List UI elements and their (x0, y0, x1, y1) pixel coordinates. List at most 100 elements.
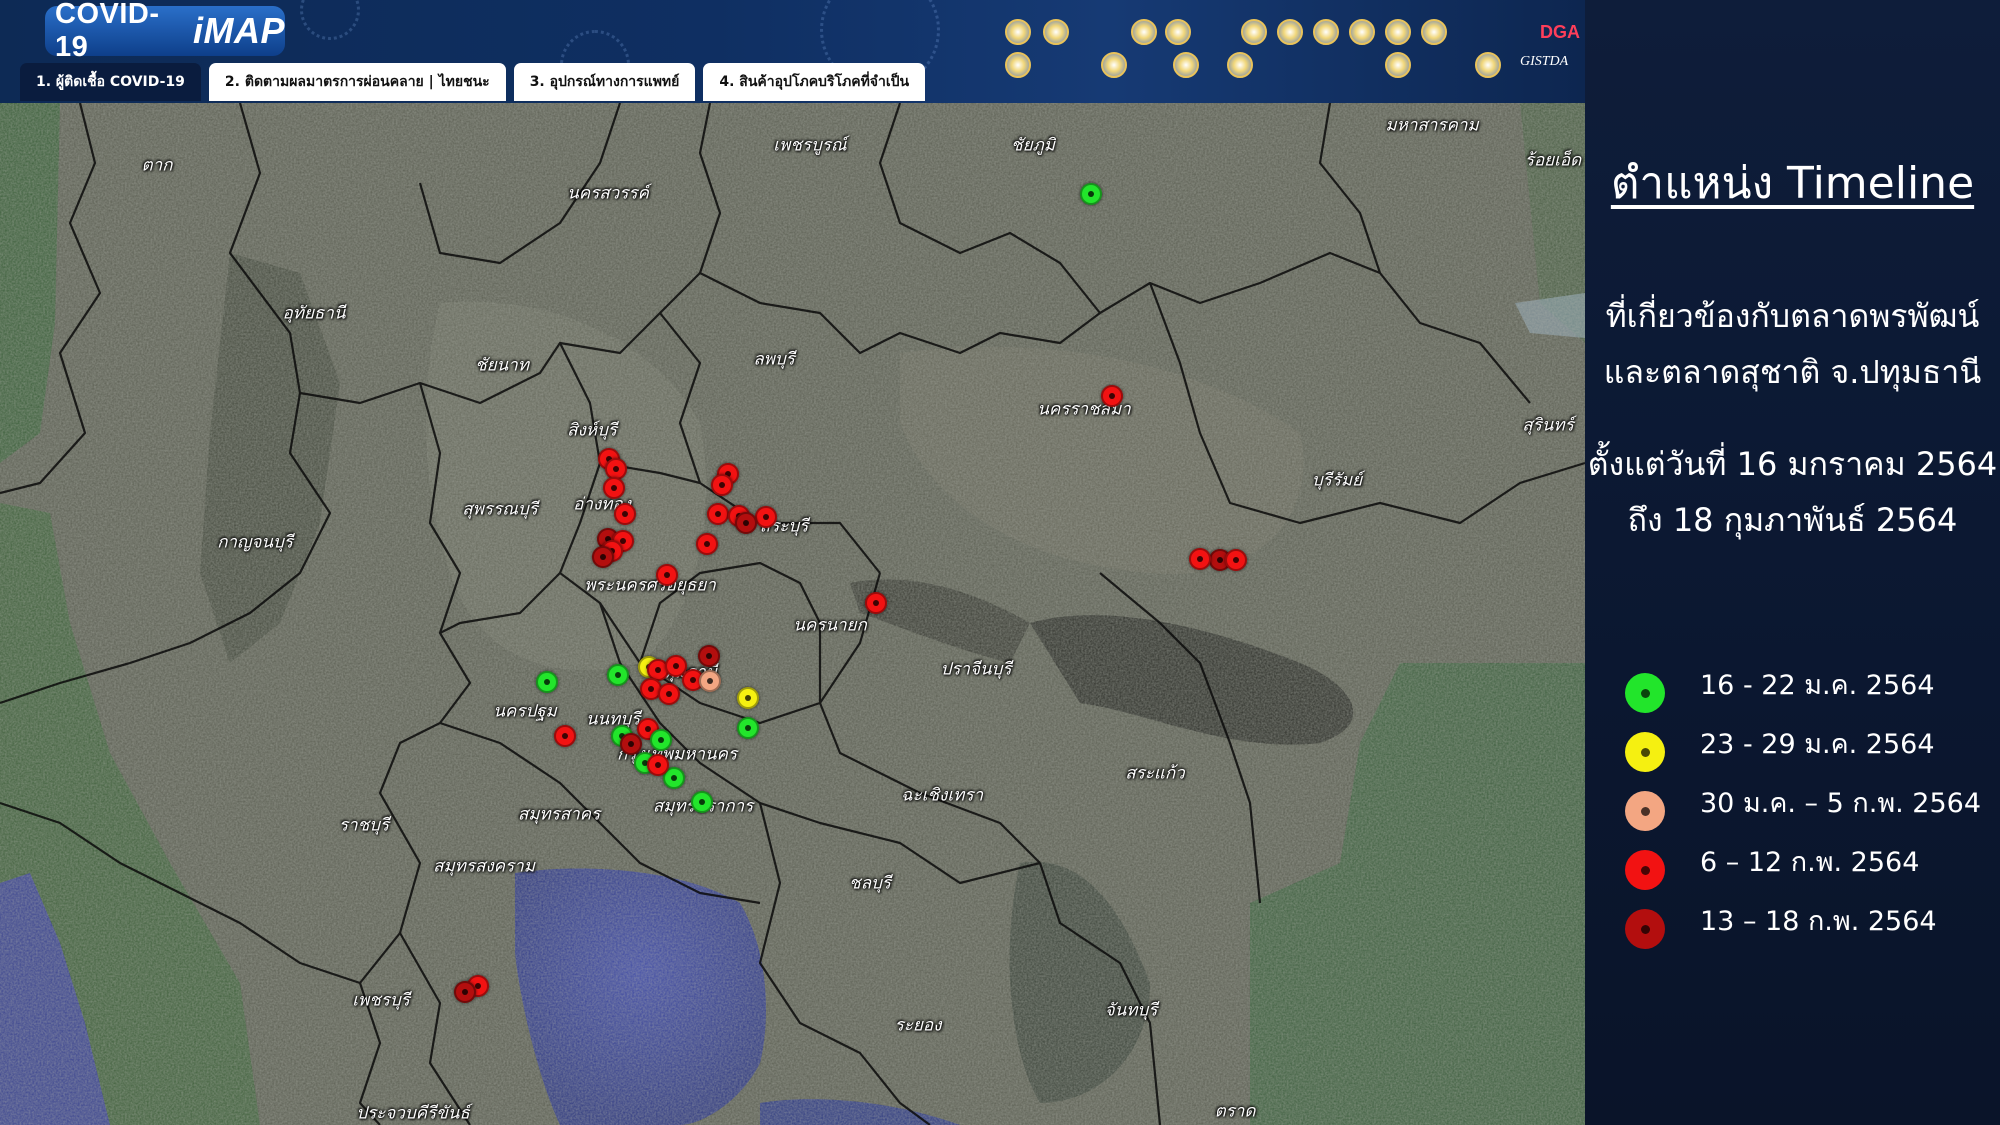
place-label: ระยอง (894, 1015, 942, 1036)
legend-dot-icon (1625, 791, 1665, 831)
description-line: และตลาดสุชาติ จ.ปทุมธานี (1603, 353, 1982, 391)
place-label: สุพรรณบุรี (462, 499, 538, 520)
place-label: ร้อยเอ็ด (1524, 150, 1582, 171)
case-marker[interactable] (707, 503, 729, 525)
agency-emblem-icon (1173, 52, 1199, 78)
case-marker[interactable] (737, 717, 759, 739)
app-logo[interactable]: COVID-19 iMAP (45, 0, 285, 63)
agency-emblem-icon (1227, 52, 1253, 78)
place-label: ตราด (1214, 1101, 1256, 1122)
case-marker[interactable] (554, 725, 576, 747)
case-marker[interactable] (691, 791, 713, 813)
case-marker[interactable] (1101, 385, 1123, 407)
tab-relaxation-tracking[interactable]: 2. ติดตามผลมาตรการผ่อนคลาย | ไทยชนะ (208, 63, 506, 101)
logo-brand: iMAP (193, 10, 285, 51)
panel-date-range: ตั้งแต่วันที่ 16 มกราคม 2564 ถึง 18 กุมภ… (1585, 436, 2000, 548)
case-marker[interactable] (603, 477, 625, 499)
place-label: มหาสารคาม (1385, 115, 1479, 136)
case-marker[interactable] (650, 729, 672, 751)
tab-medical-equipment[interactable]: 3. อุปกรณ์ทางการแพทย์ (513, 63, 696, 101)
legend-item: 30 ม.ค. – 5 ก.พ. 2564 (1625, 783, 1995, 842)
place-label: สมุทรสงคราม (433, 856, 535, 877)
case-marker[interactable] (614, 503, 636, 525)
place-label: บุรีรัมย์ (1311, 470, 1363, 491)
agency-emblem-icon (1005, 52, 1031, 78)
agency-emblem-icon (1101, 52, 1127, 78)
legend-item: 6 – 12 ก.พ. 2564 (1625, 842, 1995, 901)
date-range-line: ถึง 18 กุมภาพันธ์ 2564 (1627, 501, 1958, 539)
place-label: นครปฐม (493, 701, 557, 722)
logo-text: COVID-19 (55, 0, 160, 63)
panel-description: ที่เกี่ยวข้องกับตลาดพรพัฒน์ และตลาดสุชาต… (1585, 288, 2000, 400)
agency-emblem-icon (1313, 19, 1339, 45)
app-header: COVID-19 iMAP 1. ผู้ติดเชื้อ COVID-19 2.… (0, 0, 1585, 103)
case-marker[interactable] (647, 754, 669, 776)
agency-emblem-icon (1385, 19, 1411, 45)
agency-emblem-icon (1043, 19, 1069, 45)
gistda-logo: GISTDA (1520, 54, 1569, 69)
place-label: ราชบุรี (338, 815, 390, 836)
agency-emblem-icon (1241, 19, 1267, 45)
case-marker[interactable] (737, 687, 759, 709)
place-label: นครนายก (793, 615, 867, 636)
place-label: ตาก (141, 155, 173, 176)
place-label: ฉะเชิงเทรา (900, 785, 984, 806)
place-label: ชัยภูมิ (1011, 135, 1055, 156)
legend-dot-icon (1625, 673, 1665, 713)
legend-item: 13 – 18 ก.พ. 2564 (1625, 901, 1995, 960)
tab-consumer-goods[interactable]: 4. สินค้าอุปโภคบริโภคที่จำเป็น (703, 63, 926, 101)
legend-item: 23 - 29 ม.ค. 2564 (1625, 724, 1995, 783)
agency-emblem-icon (1165, 19, 1191, 45)
date-range-line: ตั้งแต่วันที่ 16 มกราคม 2564 (1587, 445, 1998, 483)
agency-logos: DGA GISTDA (1005, 14, 1580, 84)
place-label: พระนครศรีอยุธยา (584, 575, 716, 596)
case-marker[interactable] (711, 474, 733, 496)
agency-emblem-icon (1385, 52, 1411, 78)
place-label: สิงห์บุรี (567, 420, 617, 441)
place-label: สระแก้ว (1125, 763, 1185, 784)
satellite-map[interactable]: ตาก ชัยภูมิ มหาสารคาม ร้อยเอ็ด เพชรบูรณ์… (0, 103, 1585, 1125)
agency-emblem-icon (1349, 19, 1375, 45)
tab-covid-cases[interactable]: 1. ผู้ติดเชื้อ COVID-19 (20, 63, 201, 101)
timeline-panel: ตำแหน่ง Timeline ที่เกี่ยวข้องกับตลาดพรพ… (1585, 0, 2000, 1125)
legend-label: 13 – 18 ก.พ. 2564 (1700, 906, 1937, 937)
case-marker[interactable] (698, 645, 720, 667)
case-marker[interactable] (865, 592, 887, 614)
place-label: สุรินทร์ (1522, 415, 1574, 436)
legend-label: 23 - 29 ม.ค. 2564 (1700, 729, 1935, 760)
case-marker[interactable] (699, 670, 721, 692)
case-marker[interactable] (1225, 549, 1247, 571)
legend-label: 6 – 12 ก.พ. 2564 (1700, 847, 1920, 878)
case-marker[interactable] (735, 512, 757, 534)
case-marker[interactable] (656, 564, 678, 586)
legend: 16 - 22 ม.ค. 2564 23 - 29 ม.ค. 2564 30 ม… (1625, 665, 1995, 960)
legend-dot-icon (1625, 909, 1665, 949)
place-label: ชัยนาท (475, 355, 529, 376)
legend-item: 16 - 22 ม.ค. 2564 (1625, 665, 1995, 724)
case-marker[interactable] (658, 683, 680, 705)
legend-dot-icon (1625, 732, 1665, 772)
case-marker[interactable] (592, 546, 614, 568)
case-marker[interactable] (536, 671, 558, 693)
virus-decoration (300, 0, 360, 40)
agency-emblem-icon (1475, 52, 1501, 78)
case-marker[interactable] (1080, 183, 1102, 205)
case-marker[interactable] (454, 981, 476, 1003)
legend-label: 30 ม.ค. – 5 ก.พ. 2564 (1700, 788, 1981, 819)
description-line: ที่เกี่ยวข้องกับตลาดพรพัฒน์ (1605, 297, 1980, 335)
case-marker[interactable] (696, 533, 718, 555)
place-label: อุทัยธานี (282, 303, 346, 324)
place-label: สมุทรสาคร (517, 804, 601, 825)
case-marker[interactable] (1189, 548, 1211, 570)
place-label: ชลบุรี (849, 873, 891, 894)
place-label: เพชรบุรี (352, 990, 410, 1011)
place-label: ลพบุรี (753, 349, 795, 370)
case-marker[interactable] (620, 733, 642, 755)
agency-emblem-icon (1421, 19, 1447, 45)
place-label: นครสวรรค์ (567, 183, 649, 204)
legend-dot-icon (1625, 850, 1665, 890)
place-label: ประจวบคีรีขันธ์ (356, 1103, 470, 1124)
case-marker[interactable] (607, 664, 629, 686)
case-marker[interactable] (755, 506, 777, 528)
place-label: จันทบุรี (1104, 1000, 1158, 1021)
